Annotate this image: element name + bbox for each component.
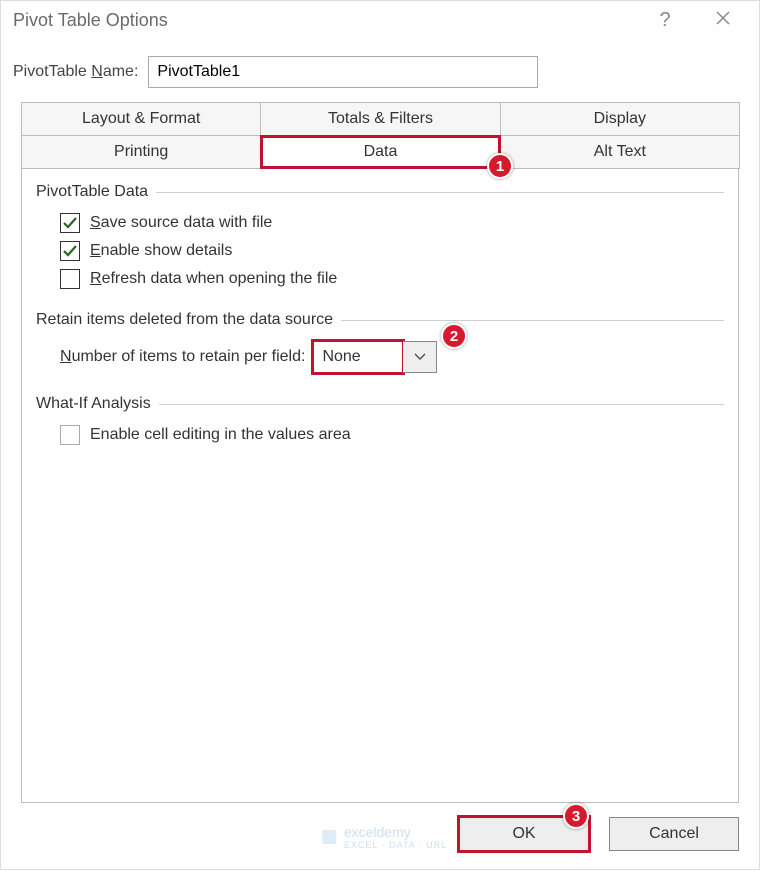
group-pivottable-data: PivotTable Data Save source data with fi… bbox=[36, 183, 724, 289]
combo-retain-per-field[interactable]: None bbox=[313, 341, 437, 373]
group-retain-items: Retain items deleted from the data sourc… bbox=[36, 311, 724, 373]
label-enable-cell-editing: Enable cell editing in the values area bbox=[90, 426, 351, 444]
checkbox-save-source-data[interactable] bbox=[60, 213, 80, 233]
group-title-retain-items: Retain items deleted from the data sourc… bbox=[36, 311, 724, 329]
callout-3: 3 bbox=[563, 803, 589, 829]
chevron-down-icon[interactable] bbox=[403, 341, 437, 373]
cancel-button[interactable]: Cancel bbox=[609, 817, 739, 851]
tab-panel-data: PivotTable Data Save source data with fi… bbox=[21, 169, 739, 803]
titlebar: Pivot Table Options ? bbox=[1, 1, 759, 38]
checkbox-refresh-on-open[interactable] bbox=[60, 269, 80, 289]
tab-data[interactable]: Data bbox=[260, 135, 500, 169]
titlebar-buttons: ? bbox=[651, 9, 747, 32]
watermark: exceldemy EXCEL · DATA · URL bbox=[320, 824, 447, 850]
group-whatif: What-If Analysis Enable cell editing in … bbox=[36, 395, 724, 445]
group-title-whatif: What-If Analysis bbox=[36, 395, 724, 413]
tab-strip: Layout & Format Totals & Filters Display… bbox=[11, 102, 749, 169]
tab-alt-text[interactable]: Alt Text bbox=[500, 135, 740, 169]
pivot-table-options-dialog: Pivot Table Options ? PivotTable Name: L… bbox=[0, 0, 760, 870]
label-enable-show-details: Enable show details bbox=[90, 242, 232, 260]
pivottable-name-input[interactable] bbox=[148, 56, 538, 88]
watermark-brand: exceldemy bbox=[344, 824, 447, 840]
callout-1: 1 bbox=[487, 153, 513, 179]
combo-retain-per-field-value[interactable]: None bbox=[313, 341, 403, 373]
tab-printing[interactable]: Printing bbox=[21, 135, 261, 169]
help-icon[interactable]: ? bbox=[651, 9, 679, 32]
checkbox-enable-show-details[interactable] bbox=[60, 241, 80, 261]
tab-totals-filters[interactable]: Totals & Filters bbox=[260, 102, 500, 136]
tab-layout-format[interactable]: Layout & Format bbox=[21, 102, 261, 136]
pivottable-name-label: PivotTable Name: bbox=[13, 63, 138, 81]
watermark-icon bbox=[320, 828, 338, 846]
dialog-title: Pivot Table Options bbox=[13, 10, 168, 31]
label-refresh-on-open: Refresh data when opening the file bbox=[90, 270, 337, 288]
group-title-pivottable-data: PivotTable Data bbox=[36, 183, 724, 201]
label-save-source-data: Save source data with file bbox=[90, 214, 272, 232]
label-retain-per-field: Number of items to retain per field: bbox=[60, 348, 305, 366]
tab-display[interactable]: Display bbox=[500, 102, 740, 136]
callout-2: 2 bbox=[441, 323, 467, 349]
watermark-sub: EXCEL · DATA · URL bbox=[344, 840, 447, 850]
close-icon[interactable] bbox=[709, 9, 737, 32]
pivottable-name-row: PivotTable Name: bbox=[1, 38, 759, 102]
checkbox-enable-cell-editing bbox=[60, 425, 80, 445]
